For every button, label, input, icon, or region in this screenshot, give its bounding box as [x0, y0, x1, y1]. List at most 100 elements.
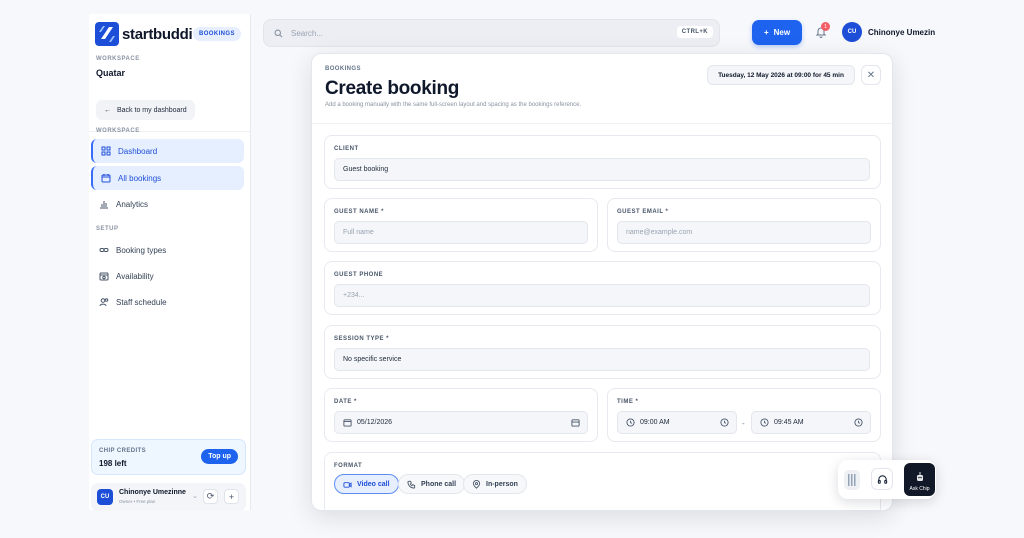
- chip-credits-card: CHIP CREDITS 198 left Top up: [91, 439, 246, 475]
- client-card: CLIENT Guest booking: [324, 135, 881, 189]
- date-card: DATE * 05/12/2026: [324, 388, 598, 442]
- breadcrumb: BOOKINGS: [325, 66, 361, 72]
- sidebar-item-label: Staff schedule: [116, 297, 167, 307]
- search-icon: [274, 29, 283, 37]
- close-icon[interactable]: ✕: [861, 65, 881, 85]
- format-card: FORMAT Video call Phone call In-person: [324, 452, 881, 510]
- drag-handle-icon[interactable]: [844, 470, 860, 490]
- client-select[interactable]: Guest booking: [334, 158, 870, 181]
- calendar-picker-icon[interactable]: [571, 418, 580, 427]
- search-input[interactable]: Search... CTRL+K: [263, 19, 720, 47]
- format-in-person[interactable]: In-person: [463, 474, 527, 494]
- sidebar-item-staff-schedule[interactable]: Staff schedule: [91, 290, 244, 314]
- guest-phone-card: GUEST PHONE +234...: [324, 261, 881, 315]
- top-up-button[interactable]: Top up: [201, 449, 238, 464]
- booking-time-summary: Tuesday, 12 May 2026 at 09:00 for 45 min: [707, 65, 855, 85]
- time-card: TIME * 09:00 AM - 09:45 AM: [607, 388, 881, 442]
- create-booking-modal: BOOKINGS Create booking Add a booking ma…: [311, 53, 893, 511]
- format-video-call[interactable]: Video call: [334, 474, 399, 494]
- sidebar-item-all-bookings[interactable]: All bookings: [91, 166, 244, 190]
- ask-chip-label: Ask Chip: [909, 486, 930, 492]
- sidebar-item-analytics[interactable]: Analytics: [91, 192, 244, 216]
- bar-chart-icon: [100, 201, 108, 209]
- video-icon: [343, 481, 352, 488]
- sidebar-item-dashboard[interactable]: Dashboard: [91, 139, 244, 163]
- clock-icon: [760, 418, 769, 427]
- nav-section-setup: SETUP: [96, 226, 119, 232]
- brand[interactable]: startbuddi: [95, 22, 193, 46]
- arrow-left-icon: ←: [104, 106, 111, 114]
- format-label: FORMAT: [334, 463, 363, 469]
- page-title: Create booking: [325, 78, 460, 99]
- session-type-card: SESSION TYPE * No specific service: [324, 325, 881, 379]
- floating-dock: Ask Chip: [838, 460, 936, 499]
- new-label: New: [773, 28, 791, 37]
- ask-chip-button[interactable]: Ask Chip: [904, 463, 935, 496]
- sidebar-item-label: All bookings: [118, 173, 162, 183]
- headphones-icon[interactable]: [871, 468, 893, 490]
- plus-icon: +: [763, 28, 769, 37]
- guest-name-field[interactable]: Full name: [334, 221, 588, 244]
- workspace-label: WORKSPACE: [96, 56, 140, 62]
- guest-email-field[interactable]: name@example.com: [617, 221, 871, 244]
- start-time-value: 09:00 AM: [640, 419, 670, 426]
- guest-phone-label: GUEST PHONE: [334, 272, 384, 278]
- credits-value: 198 left: [99, 459, 127, 468]
- chevron-down-icon[interactable]: ⌄: [192, 492, 198, 500]
- date-field[interactable]: 05/12/2026: [334, 411, 588, 434]
- sidebar-item-booking-types[interactable]: Booking types: [91, 238, 244, 262]
- client-label: CLIENT: [334, 146, 359, 152]
- page-subtitle: Add a booking manually with the same ful…: [325, 102, 582, 108]
- startbuddi-logo-icon: [95, 22, 119, 46]
- clock-icon[interactable]: [720, 418, 729, 427]
- guest-email-label: GUEST EMAIL *: [617, 209, 669, 215]
- nav-section-workspace: WORKSPACE: [96, 128, 140, 134]
- time-separator: -: [742, 419, 745, 428]
- clock-icon[interactable]: [854, 418, 863, 427]
- format-phone-call[interactable]: Phone call: [398, 474, 466, 494]
- workspace-name: Quatar: [96, 68, 126, 78]
- new-button[interactable]: + New: [752, 20, 802, 45]
- calendar-icon: [343, 419, 352, 427]
- credits-label: CHIP CREDITS: [99, 448, 147, 454]
- end-time-field[interactable]: 09:45 AM: [751, 411, 871, 434]
- product-badge: BOOKINGS: [193, 27, 241, 41]
- format-option-label: In-person: [486, 480, 518, 488]
- guest-name-label: GUEST NAME *: [334, 209, 385, 215]
- time-label: TIME *: [617, 399, 639, 405]
- sidebar-item-availability[interactable]: Availability: [91, 264, 244, 288]
- link-icon: [99, 248, 109, 252]
- format-option-label: Phone call: [421, 480, 457, 488]
- user-name: Chinonye Umezinne: [119, 489, 186, 496]
- grid-icon: [101, 146, 111, 156]
- date-value: 05/12/2026: [357, 419, 393, 426]
- brand-name: startbuddi: [122, 25, 193, 43]
- start-time-field[interactable]: 09:00 AM: [617, 411, 737, 434]
- avatar[interactable]: CU: [842, 22, 862, 42]
- end-time-value: 09:45 AM: [774, 419, 804, 426]
- refresh-icon[interactable]: ⟳: [203, 489, 218, 504]
- keyboard-shortcut: CTRL+K: [676, 26, 713, 38]
- map-pin-icon: [472, 479, 481, 489]
- calendar-icon: [101, 174, 111, 183]
- users-icon: [99, 298, 109, 307]
- clock-icon: [626, 418, 635, 427]
- avatar: CU: [97, 489, 113, 505]
- session-type-select[interactable]: No specific service: [334, 348, 870, 371]
- calendar-clock-icon: [99, 272, 109, 281]
- guest-name-card: GUEST NAME * Full name: [324, 198, 598, 252]
- search-placeholder: Search...: [291, 28, 324, 38]
- back-label: Back to my dashboard: [117, 106, 187, 114]
- back-to-dashboard-button[interactable]: ← Back to my dashboard: [96, 100, 195, 120]
- guest-phone-field[interactable]: +234...: [334, 284, 870, 307]
- sidebar-item-label: Dashboard: [118, 146, 158, 156]
- chip-mascot-icon: [916, 472, 923, 481]
- user-subtitle: Owner • Free plan: [119, 499, 156, 504]
- format-option-label: Video call: [357, 480, 390, 488]
- top-user-name[interactable]: Chinonye Umezinne: [868, 28, 935, 37]
- sidebar-item-label: Booking types: [116, 245, 167, 255]
- guest-email-card: GUEST EMAIL * name@example.com: [607, 198, 881, 252]
- plus-icon[interactable]: +: [224, 489, 239, 504]
- sidebar-user-card[interactable]: CU Chinonye Umezinne Owner • Free plan ⌄…: [91, 483, 246, 511]
- phone-icon: [407, 480, 416, 489]
